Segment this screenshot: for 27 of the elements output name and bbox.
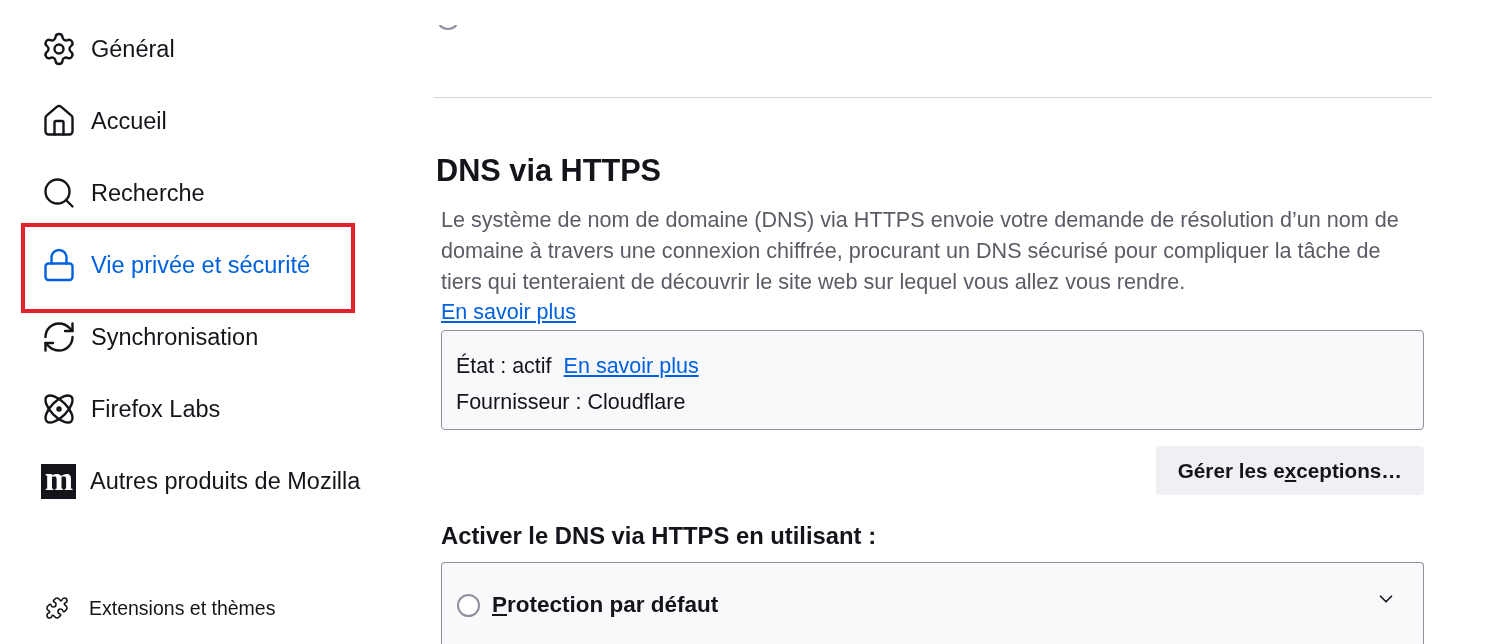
radio-button[interactable]	[457, 594, 480, 617]
provider-text: Fournisseur : Cloudflare	[456, 388, 686, 416]
search-icon	[41, 175, 77, 211]
sidebar-item[interactable]: m Autres produits de Mozilla	[33, 459, 369, 503]
gear-icon	[41, 31, 77, 67]
section-description: Le système de nom de domaine (DNS) via HTTPS envoie votre demande de résolution d’un nom de domaine à travers une connexion chiffrée, procurant un DNS sécurisé pour compliquer la tâche de tiers qui tenteraient de découvrir le site web sur lequel vous allez vous rendre.	[441, 205, 1400, 296]
sidebar-item[interactable]: Accueil	[33, 99, 175, 143]
lock-icon	[41, 247, 77, 283]
learn-more-link[interactable]: En savoir plus	[563, 349, 699, 382]
options-title: Activer le DNS via HTTPS en utilisant :	[441, 521, 878, 552]
atom-icon	[41, 391, 77, 427]
section-title: DNS via HTTPS	[436, 151, 663, 190]
sidebar-item[interactable]: Extensions et thèmes	[37, 590, 284, 626]
radio-icon	[437, 25, 459, 31]
sidebar-item[interactable]: Général	[33, 27, 183, 71]
sidebar-item[interactable]: Firefox Labs	[33, 387, 229, 431]
sync-icon	[41, 319, 77, 355]
learn-more-link[interactable]: En savoir plus	[441, 299, 577, 324]
home-icon	[41, 103, 77, 139]
status-text: État : actif	[456, 352, 552, 380]
sidebar-item[interactable]: Vie privée et sécurité	[33, 243, 319, 287]
option-label[interactable]: Protection par défaut	[492, 592, 719, 619]
manage-exceptions-button[interactable]: Gérer les exceptions…	[1155, 445, 1424, 496]
puzzle-icon	[45, 596, 69, 620]
m-logo: m	[41, 463, 76, 499]
sidebar-item[interactable]: Synchronisation	[33, 315, 267, 359]
sidebar-item[interactable]: Recherche	[33, 171, 213, 215]
